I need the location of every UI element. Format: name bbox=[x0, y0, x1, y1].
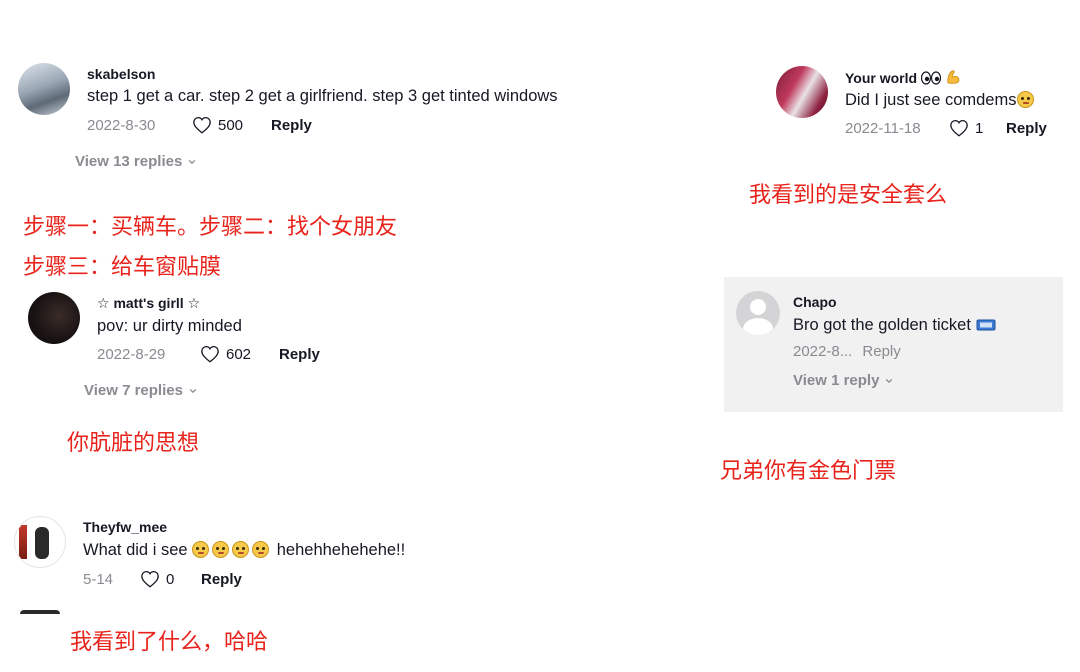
comment-date: 2022-8-30 bbox=[87, 117, 156, 134]
translation-text: 步骤三：给车窗贴膜 bbox=[23, 255, 222, 280]
like-button[interactable]: 602 bbox=[200, 345, 251, 363]
comment-username[interactable]: skabelson bbox=[87, 66, 155, 82]
flexed-biceps-icon bbox=[947, 70, 960, 84]
translation-text: 你肮脏的思想 bbox=[67, 431, 200, 456]
avatar[interactable] bbox=[776, 66, 828, 118]
comment-date: 5-14 bbox=[83, 571, 114, 588]
comment-username[interactable]: Your world bbox=[845, 69, 961, 86]
ticket-icon bbox=[976, 319, 996, 331]
comment-text: step 1 get a car. step 2 get a girlfrien… bbox=[87, 87, 558, 105]
view-replies-button[interactable]: View 13 replies bbox=[75, 153, 196, 170]
reply-button[interactable]: Reply bbox=[1006, 120, 1047, 137]
like-count: 602 bbox=[226, 345, 252, 363]
like-button[interactable]: 0 bbox=[140, 570, 174, 588]
view-replies-button[interactable]: View 7 replies bbox=[84, 382, 197, 399]
avatar[interactable] bbox=[736, 291, 780, 335]
heart-outline-icon bbox=[193, 116, 211, 134]
reply-button[interactable]: Reply bbox=[201, 571, 242, 588]
view-replies-label: View 1 reply bbox=[793, 372, 880, 389]
comment-text: Did I just see comdems bbox=[845, 91, 1037, 110]
like-button[interactable]: 500 bbox=[192, 116, 243, 134]
comment-username-text: Your world bbox=[845, 70, 918, 86]
emoji-face-icon bbox=[252, 541, 270, 558]
avatar[interactable] bbox=[28, 292, 80, 344]
reply-button[interactable]: Reply bbox=[279, 346, 320, 363]
comment-text-body: Did I just see comdems bbox=[845, 91, 1017, 109]
emoji-face-icon bbox=[212, 541, 230, 558]
chevron-down-icon bbox=[189, 388, 197, 393]
heart-outline-icon bbox=[141, 570, 159, 588]
reply-button[interactable]: Reply bbox=[271, 117, 312, 134]
emoji-face-icon bbox=[1017, 91, 1035, 108]
comment-date: 2022-8-29 bbox=[97, 346, 166, 363]
view-replies-label: View 13 replies bbox=[75, 153, 183, 170]
translation-text: 我看到的是安全套么 bbox=[749, 183, 948, 208]
translation-text: 步骤一：买辆车。步骤二：找个女朋友 bbox=[23, 215, 398, 240]
avatar[interactable] bbox=[18, 63, 70, 115]
comment-text-suffix: hehehhehehehe!! bbox=[276, 541, 406, 559]
eyes-icon bbox=[920, 71, 942, 85]
comment-text: pov: ur dirty minded bbox=[97, 317, 242, 335]
comment-username[interactable]: Chapo bbox=[793, 294, 837, 310]
like-count: 0 bbox=[166, 570, 175, 588]
comment-date: 2022-11-18 bbox=[845, 120, 921, 137]
comment-username[interactable]: Theyfw_mee bbox=[83, 519, 167, 535]
comment-date: 2022-8... Reply bbox=[793, 343, 901, 360]
chevron-down-icon bbox=[886, 378, 893, 383]
emoji-face-icon bbox=[232, 541, 250, 558]
comment-username[interactable]: ☆ matt's girll ☆ bbox=[97, 295, 200, 312]
heart-outline-icon bbox=[201, 345, 219, 363]
heart-outline-icon bbox=[950, 119, 968, 137]
view-replies-label: View 7 replies bbox=[84, 382, 183, 399]
translation-text: 我看到了什么，哈哈 bbox=[70, 630, 269, 655]
like-count: 1 bbox=[975, 119, 984, 137]
comment-date-text: 2022-8... bbox=[793, 343, 853, 360]
comment-text: What did i see hehehhehehehe!! bbox=[83, 541, 405, 560]
chevron-down-icon bbox=[189, 159, 196, 164]
comment-text-prefix: What did i see bbox=[83, 541, 188, 559]
like-button[interactable]: 1 bbox=[949, 119, 983, 137]
avatar[interactable] bbox=[14, 516, 66, 568]
avatar-partial bbox=[20, 610, 60, 614]
translation-text: 兄弟你有金色门票 bbox=[720, 459, 897, 484]
like-count: 500 bbox=[218, 116, 244, 134]
emoji-face-icon bbox=[192, 541, 210, 558]
reply-button[interactable]: Reply bbox=[862, 343, 900, 360]
comment-text: Bro got the golden ticket bbox=[793, 316, 996, 335]
view-replies-button[interactable]: View 1 reply bbox=[793, 372, 893, 389]
comment-text-body: Bro got the golden ticket bbox=[793, 316, 971, 334]
